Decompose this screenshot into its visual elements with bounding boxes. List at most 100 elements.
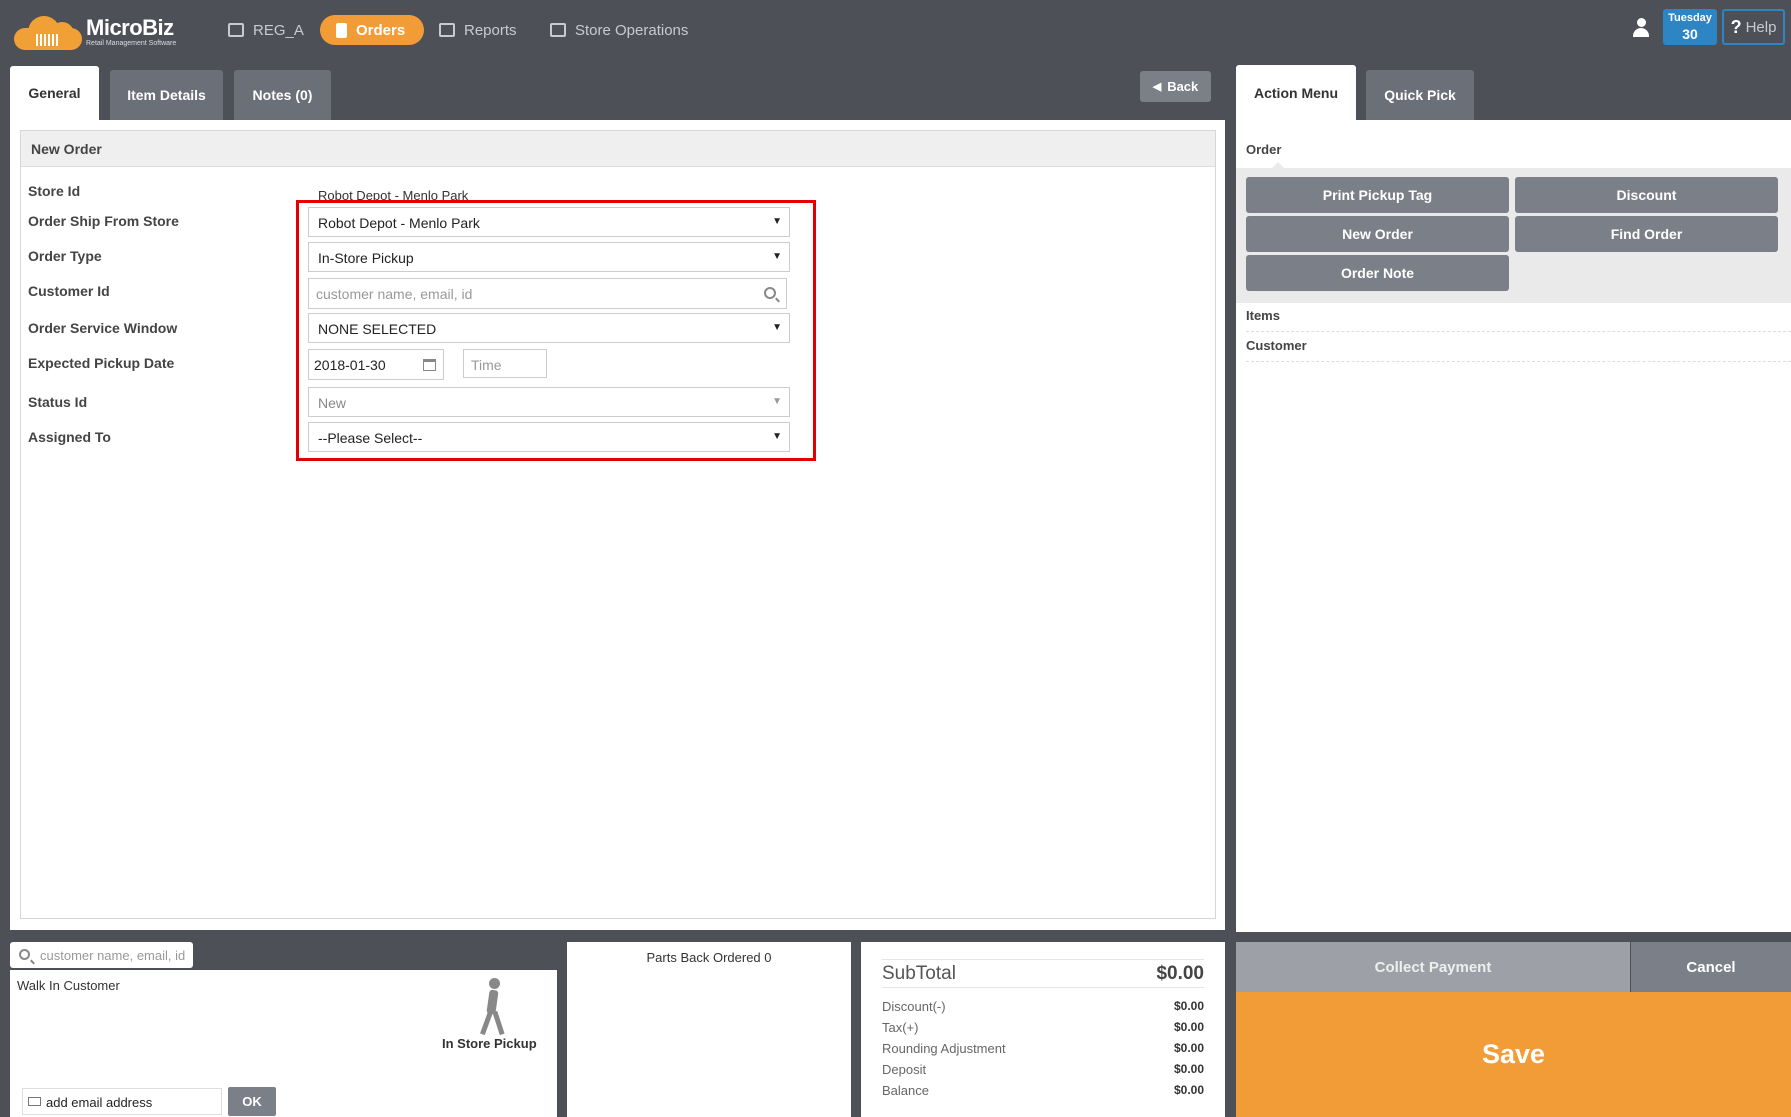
ship-from-select[interactable]: Robot Depot - Menlo Park ▼ <box>308 207 790 237</box>
assigned-to-label: Assigned To <box>28 429 111 445</box>
customer-id-input[interactable]: customer name, email, id <box>308 278 787 309</box>
back-label: Back <box>1167 79 1199 94</box>
order-type-label: Order Type <box>28 248 102 264</box>
user-icon[interactable] <box>1632 18 1650 38</box>
customer-panel: Walk In Customer In Store Pickup add ema… <box>10 970 557 1117</box>
items-section[interactable]: Items <box>1246 302 1791 332</box>
top-bar: MicroBiz Retail Management Software REG_… <box>0 0 1791 62</box>
walking-person-icon <box>476 978 512 1036</box>
caret-down-icon: ▼ <box>772 251 782 262</box>
status-id-select[interactable]: New ▼ <box>308 387 790 417</box>
total-label: Tax(+) <box>882 1020 919 1035</box>
new-order-form: New Order Store Id Robot Depot - Menlo P… <box>20 130 1216 919</box>
subtotal-value: $0.00 <box>1156 963 1204 984</box>
subtotal-label: SubTotal <box>882 963 956 984</box>
nav-store-operations[interactable]: Store Operations <box>538 15 700 45</box>
help-label: Help <box>1745 18 1777 36</box>
ship-from-value: Robot Depot - Menlo Park <box>318 215 480 231</box>
pickup-date-label: Expected Pickup Date <box>28 355 175 371</box>
caret-up-icon <box>1272 162 1284 168</box>
nav-orders[interactable]: Orders <box>320 15 424 45</box>
total-label: Discount(-) <box>882 999 946 1014</box>
form-title: New Order <box>21 131 1215 167</box>
customer-search-input[interactable]: customer name, email, id <box>10 942 193 968</box>
total-label: Rounding Adjustment <box>882 1041 1006 1056</box>
new-order-button[interactable]: New Order <box>1246 216 1509 252</box>
tab-item-details[interactable]: Item Details <box>110 70 223 120</box>
tab-action-menu[interactable]: Action Menu <box>1236 65 1356 120</box>
pickup-time-input[interactable]: Time <box>463 349 547 378</box>
store-id-label: Store Id <box>28 183 81 199</box>
question-icon: ? <box>1730 16 1742 37</box>
caret-down-icon: ▼ <box>772 216 782 227</box>
email-placeholder: add email address <box>46 1095 153 1110</box>
nav-register[interactable]: REG_A <box>216 15 316 45</box>
total-value: $0.00 <box>1173 1083 1204 1097</box>
back-button[interactable]: ◀ Back <box>1140 71 1211 102</box>
calendar-icon[interactable] <box>423 359 436 371</box>
nav-label: Reports <box>464 21 517 39</box>
service-window-label: Order Service Window <box>28 320 178 336</box>
discount-row: Discount(-) $0.00 <box>882 999 1204 1014</box>
order-type-value: In-Store Pickup <box>318 250 414 266</box>
status-id-value: New <box>318 395 347 411</box>
tab-general[interactable]: General <box>10 66 99 120</box>
search-icon <box>19 949 30 960</box>
date-badge[interactable]: Tuesday 30 <box>1663 9 1717 45</box>
find-order-button[interactable]: Find Order <box>1515 216 1778 252</box>
clipboard-icon <box>336 22 347 38</box>
deposit-row: Deposit $0.00 <box>882 1062 1204 1077</box>
nav-reports[interactable]: Reports <box>427 15 529 45</box>
customer-section[interactable]: Customer <box>1246 332 1791 362</box>
store-icon <box>550 23 566 37</box>
nav-label: Store Operations <box>575 21 689 39</box>
date-day: 30 <box>1682 26 1698 42</box>
collect-payment-button[interactable]: Collect Payment <box>1236 942 1630 992</box>
service-window-select[interactable]: NONE SELECTED ▼ <box>308 313 790 343</box>
print-pickup-tag-button[interactable]: Print Pickup Tag <box>1246 177 1509 213</box>
subtotal-row: SubTotal $0.00 <box>882 959 1204 988</box>
help-button[interactable]: ? Help <box>1722 9 1785 45</box>
nav-label: REG_A <box>253 21 304 39</box>
discount-button[interactable]: Discount <box>1515 177 1778 213</box>
tab-quick-pick[interactable]: Quick Pick <box>1366 70 1474 120</box>
save-button[interactable]: Save <box>1236 992 1791 1117</box>
customer-search-placeholder: customer name, email, id <box>40 948 186 963</box>
pickup-type-label: In Store Pickup <box>442 1036 537 1051</box>
caret-down-icon: ▼ <box>772 431 782 442</box>
total-value: $0.00 <box>1173 1041 1204 1055</box>
search-icon[interactable] <box>764 287 776 299</box>
order-note-button[interactable]: Order Note <box>1246 255 1509 291</box>
status-id-label: Status Id <box>28 394 88 410</box>
action-menu-panel: Order Print Pickup Tag Discount New Orde… <box>1236 120 1791 932</box>
parts-panel: Parts Back Ordered 0 <box>567 942 851 1117</box>
date-weekday: Tuesday <box>1668 12 1712 24</box>
app-logo[interactable]: MicroBiz Retail Management Software <box>14 12 176 52</box>
assigned-to-value: --Please Select-- <box>318 430 423 446</box>
tab-notes[interactable]: Notes (0) <box>234 70 331 120</box>
email-input[interactable]: add email address <box>22 1088 222 1115</box>
order-type-select[interactable]: In-Store Pickup ▼ <box>308 242 790 272</box>
customer-id-placeholder: customer name, email, id <box>316 286 473 302</box>
total-value: $0.00 <box>1173 999 1204 1013</box>
caret-down-icon: ▼ <box>772 396 782 407</box>
balance-row: Balance $0.00 <box>882 1083 1204 1098</box>
email-ok-button[interactable]: OK <box>228 1087 276 1116</box>
ship-from-label: Order Ship From Store <box>28 213 179 229</box>
service-window-value: NONE SELECTED <box>318 321 437 337</box>
total-label: Balance <box>882 1083 929 1098</box>
action-buttons: Print Pickup Tag Discount New Order Find… <box>1236 168 1791 303</box>
total-value: $0.00 <box>1173 1020 1204 1034</box>
customer-name: Walk In Customer <box>17 978 120 993</box>
assigned-to-select[interactable]: --Please Select-- ▼ <box>308 422 790 452</box>
cancel-button[interactable]: Cancel <box>1631 942 1791 992</box>
total-label: Deposit <box>882 1062 927 1077</box>
cloud-icon <box>14 14 82 50</box>
main-panel: New Order Store Id Robot Depot - Menlo P… <box>10 120 1225 930</box>
pickup-date-value: 2018-01-30 <box>314 357 386 373</box>
totals-panel: SubTotal $0.00 Discount(-) $0.00 Tax(+) … <box>861 942 1225 1117</box>
total-value: $0.00 <box>1173 1062 1204 1076</box>
nav-label: Orders <box>356 21 406 39</box>
register-icon <box>228 23 244 37</box>
chart-icon <box>439 23 455 37</box>
